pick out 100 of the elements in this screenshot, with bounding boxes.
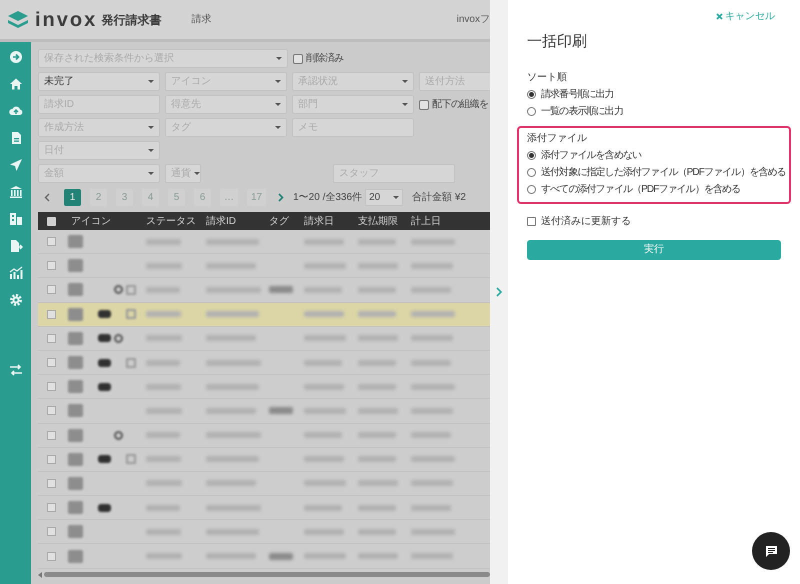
- logo-icon: [7, 10, 29, 30]
- checkbox[interactable]: [47, 334, 56, 343]
- table-row[interactable]: [38, 302, 490, 327]
- blurred-text: [304, 384, 344, 390]
- chevron-right-icon[interactable]: [496, 287, 502, 297]
- page-button[interactable]: 5: [168, 189, 185, 206]
- checkbox[interactable]: [419, 100, 429, 110]
- blurred-text: [411, 360, 451, 366]
- blurred-text: [411, 480, 453, 486]
- checkbox[interactable]: [293, 54, 303, 64]
- page-button[interactable]: 17: [247, 189, 266, 206]
- blurred-text: [304, 311, 344, 318]
- home-icon[interactable]: [8, 77, 22, 91]
- radio-button[interactable]: [527, 184, 536, 194]
- option-label: すべての添付ファイル（PDFファイル）を含める: [541, 182, 740, 196]
- checkbox[interactable]: [47, 237, 56, 246]
- chat-button[interactable]: [752, 532, 790, 570]
- thumbnail-icon[interactable]: [68, 404, 83, 418]
- checkbox[interactable]: [47, 406, 56, 416]
- page-button[interactable]: …: [220, 189, 238, 206]
- blurred-text: [304, 432, 342, 438]
- blurred-text: [411, 456, 455, 462]
- radio-button[interactable]: [527, 168, 536, 176]
- arrow-circle-icon[interactable]: [8, 50, 22, 64]
- thumbnail-icon[interactable]: [68, 308, 83, 321]
- thumbnail-icon[interactable]: [68, 332, 83, 345]
- nav-link[interactable]: 請求: [191, 12, 212, 27]
- blurred-text: [304, 286, 342, 293]
- table-row[interactable]: [38, 448, 490, 472]
- page-size-select[interactable]: 20: [365, 189, 404, 206]
- page-button[interactable]: 2: [90, 189, 107, 206]
- thumbnail-icon[interactable]: [68, 380, 83, 394]
- blurred-text: [358, 238, 396, 245]
- file-export-icon[interactable]: [8, 239, 22, 253]
- blurred-text: [411, 528, 455, 535]
- settings-icon[interactable]: [8, 293, 22, 307]
- cloud-upload-icon[interactable]: [8, 104, 22, 118]
- radio-button[interactable]: [527, 90, 536, 98]
- thumbnail-icon[interactable]: [68, 428, 83, 442]
- blurred-text: [206, 335, 256, 342]
- table-row[interactable]: [38, 424, 490, 448]
- blurred-text: [146, 528, 181, 535]
- thumbnail-icon[interactable]: [68, 525, 83, 538]
- checkbox[interactable]: [527, 216, 536, 226]
- blurred-text: [304, 553, 346, 560]
- checkbox[interactable]: [47, 552, 56, 561]
- account-name[interactable]: invoxフ: [456, 12, 490, 27]
- thumbnail-icon[interactable]: [68, 356, 83, 370]
- thumbnail-icon[interactable]: [68, 452, 83, 466]
- thumbnail-icon[interactable]: [68, 283, 83, 296]
- checkbox[interactable]: [47, 382, 56, 392]
- checkbox[interactable]: [47, 285, 56, 294]
- bank-icon[interactable]: [8, 185, 22, 199]
- blurred-text: [411, 553, 453, 560]
- checkbox[interactable]: [47, 478, 56, 488]
- submit-button[interactable]: 実行: [527, 240, 781, 260]
- blurred-text: [146, 360, 180, 366]
- cancel-link[interactable]: キャンセル: [716, 9, 775, 24]
- thumbnail-icon[interactable]: [68, 476, 83, 490]
- page-button[interactable]: 4: [142, 189, 159, 206]
- blurred-text: [304, 360, 342, 366]
- checkbox[interactable]: [47, 503, 56, 512]
- blurred-text: [358, 504, 396, 511]
- checkbox[interactable]: [47, 430, 56, 440]
- checkbox[interactable]: [47, 216, 56, 226]
- thumbnail-icon[interactable]: [68, 235, 83, 248]
- building-icon[interactable]: [8, 212, 22, 226]
- checkbox[interactable]: [47, 454, 56, 464]
- page-button[interactable]: 1: [64, 189, 81, 206]
- option-label: 送付対象に指定した添付ファイル（PDFファイル）を含める: [541, 166, 786, 180]
- blurred-text: [411, 286, 451, 293]
- blurred-text: [146, 335, 182, 342]
- scrollbar[interactable]: [44, 572, 490, 578]
- blurred-text: [358, 480, 398, 486]
- result-count: 1〜20 /全336件: [293, 191, 362, 205]
- radio-button[interactable]: [527, 106, 536, 116]
- page-button[interactable]: 6: [194, 189, 211, 206]
- blurred-text: [146, 238, 181, 245]
- blurred-text: [146, 286, 180, 293]
- thumbnail-icon[interactable]: [68, 501, 83, 514]
- radio-button[interactable]: [527, 150, 536, 160]
- page-button[interactable]: 3: [116, 189, 133, 206]
- select-field[interactable]: 未完了: [38, 72, 160, 91]
- paper-plane-icon[interactable]: [8, 158, 22, 172]
- checkbox[interactable]: [47, 527, 56, 536]
- product-name: 発行請求書: [101, 12, 162, 28]
- thumbnail-icon[interactable]: [68, 550, 83, 563]
- option-label: 一覧の表示順に出力: [541, 104, 623, 118]
- chevron-left-icon[interactable]: [44, 193, 50, 202]
- chevron-right-icon[interactable]: [278, 193, 284, 202]
- checkbox[interactable]: [47, 261, 56, 270]
- checkbox[interactable]: [47, 310, 56, 319]
- thumbnail-icon[interactable]: [68, 259, 83, 272]
- option-label: 添付ファイルを含めない: [541, 148, 642, 162]
- blurred-text: [411, 238, 455, 245]
- blurred-text: [146, 432, 180, 438]
- exchange-icon[interactable]: [8, 363, 22, 377]
- blurred-text: [206, 286, 261, 293]
- checkbox[interactable]: [47, 358, 56, 368]
- chart-icon[interactable]: [8, 266, 22, 280]
